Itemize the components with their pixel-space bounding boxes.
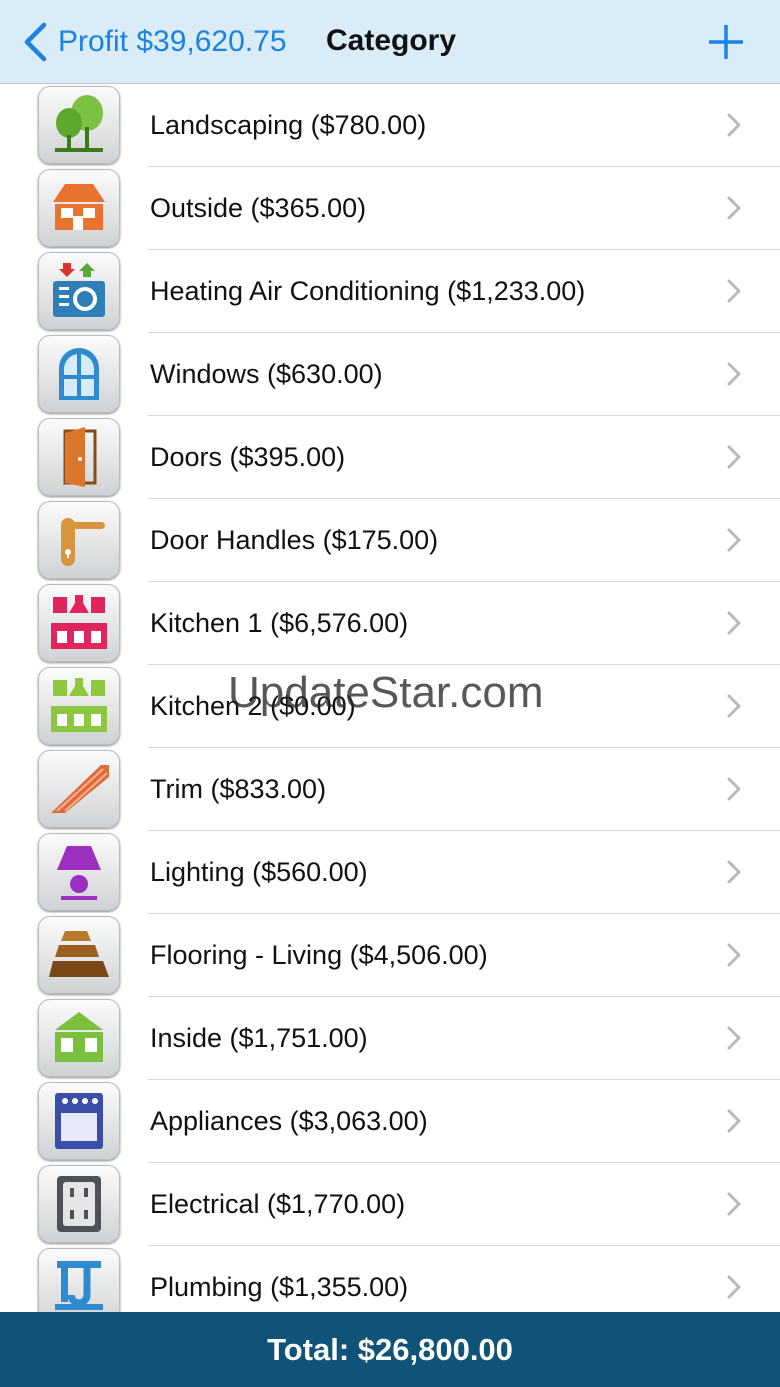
kitchen-pink-icon: [51, 595, 107, 649]
category-row-kitchen-2[interactable]: Kitchen 2 ($0.00): [0, 665, 780, 748]
chevron-right-icon: [727, 362, 741, 386]
house-outside-icon: [53, 184, 105, 230]
kitchen-green-icon: [51, 678, 107, 732]
hvac-icon: [53, 263, 105, 317]
category-row-heating-air-conditioning[interactable]: Heating Air Conditioning ($1,233.00): [0, 250, 780, 333]
plumbing-icon: [55, 1261, 103, 1310]
category-row-plumbing[interactable]: Plumbing ($1,355.00): [0, 1246, 780, 1312]
category-label: Plumbing ($1,355.00): [150, 1272, 409, 1302]
category-row-flooring-living[interactable]: Flooring - Living ($4,506.00): [0, 914, 780, 997]
category-label: Door Handles ($175.00): [150, 525, 439, 555]
category-row-inside[interactable]: Inside ($1,751.00): [0, 997, 780, 1080]
lamp-icon: [57, 846, 101, 900]
chevron-right-icon: [727, 943, 741, 967]
chevron-left-icon: [24, 22, 47, 62]
category-row-windows[interactable]: Windows ($630.00): [0, 333, 780, 416]
back-button[interactable]: Profit $39,620.75: [22, 18, 287, 66]
window-icon: [59, 348, 99, 400]
chevron-right-icon: [727, 279, 741, 303]
category-label: Inside ($1,751.00): [150, 1023, 368, 1053]
chevron-right-icon: [727, 611, 741, 635]
chevron-right-icon: [727, 445, 741, 469]
chevron-right-icon: [727, 1192, 741, 1216]
outlet-icon: [57, 1176, 101, 1232]
category-label: Kitchen 2 ($0.00): [150, 691, 356, 721]
trim-icon: [51, 765, 109, 813]
stove-icon: [55, 1093, 103, 1149]
chevron-right-icon: [727, 1109, 741, 1133]
door-handle-icon: [61, 518, 105, 566]
back-label: Profit $39,620.75: [58, 25, 287, 58]
chevron-right-icon: [727, 196, 741, 220]
category-label: Flooring - Living ($4,506.00): [150, 940, 488, 970]
door-icon: [63, 427, 97, 487]
category-row-landscaping[interactable]: Landscaping ($780.00): [0, 84, 780, 167]
chevron-right-icon: [727, 1275, 741, 1299]
total-bar: Total: $26,800.00: [0, 1312, 780, 1387]
category-label: Doors ($395.00): [150, 442, 346, 472]
category-row-outside[interactable]: Outside ($365.00): [0, 167, 780, 250]
category-label: Landscaping ($780.00): [150, 110, 427, 140]
page-title: Category: [326, 24, 457, 57]
flooring-icon: [49, 931, 109, 977]
category-label: Windows ($630.00): [150, 359, 383, 389]
chevron-right-icon: [727, 777, 741, 801]
category-label: Lighting ($560.00): [150, 857, 368, 887]
plus-icon[interactable]: [706, 22, 746, 62]
category-row-appliances[interactable]: Appliances ($3,063.00): [0, 1080, 780, 1163]
category-list: Landscaping ($780.00) Outside ($365.00) …: [0, 84, 780, 1312]
category-label: Appliances ($3,063.00): [150, 1106, 428, 1136]
category-label: Electrical ($1,770.00): [150, 1189, 406, 1219]
chevron-right-icon: [727, 113, 741, 137]
navigation-bar: Profit $39,620.75 Category: [0, 0, 780, 84]
category-label: Outside ($365.00): [150, 193, 367, 223]
category-label: Trim ($833.00): [150, 774, 327, 804]
trees-icon: [55, 95, 103, 152]
chevron-right-icon: [727, 1026, 741, 1050]
category-row-electrical[interactable]: Electrical ($1,770.00): [0, 1163, 780, 1246]
category-row-trim[interactable]: Trim ($833.00): [0, 748, 780, 831]
category-label: Kitchen 1 ($6,576.00): [150, 608, 409, 638]
category-row-door-handles[interactable]: Door Handles ($175.00): [0, 499, 780, 582]
chevron-right-icon: [727, 528, 741, 552]
category-label: Heating Air Conditioning ($1,233.00): [150, 276, 586, 306]
category-row-kitchen-1[interactable]: Kitchen 1 ($6,576.00): [0, 582, 780, 665]
house-inside-icon: [55, 1012, 103, 1062]
chevron-right-icon: [727, 694, 741, 718]
category-row-lighting[interactable]: Lighting ($560.00): [0, 831, 780, 914]
chevron-right-icon: [727, 860, 741, 884]
category-row-doors[interactable]: Doors ($395.00): [0, 416, 780, 499]
